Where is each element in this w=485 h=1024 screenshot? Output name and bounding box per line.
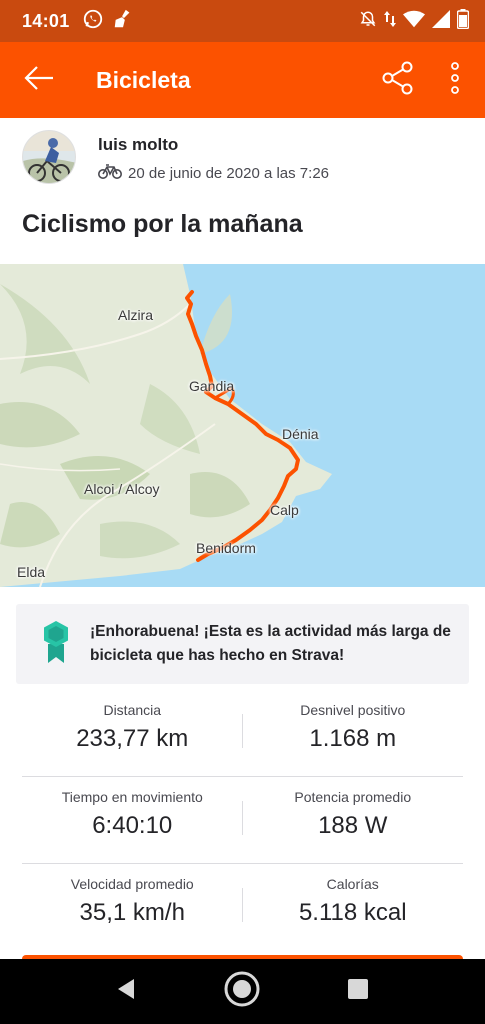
stat-value: 233,77 km: [76, 725, 189, 752]
signal-icon: [432, 9, 450, 33]
wifi-icon: [403, 10, 425, 33]
achievement-banner[interactable]: ¡Enhorabuena! ¡Esta es la actividad más …: [16, 604, 469, 684]
stat-label: Desnivel positivo: [300, 702, 406, 718]
mute-icon: [359, 10, 377, 33]
share-icon: [382, 61, 414, 100]
stats-row: Tiempo en movimiento 6:40:10 Potencia pr…: [22, 777, 463, 864]
stat-moving-time: Tiempo en movimiento 6:40:10: [22, 777, 243, 863]
achievement-badge-icon: [43, 620, 69, 669]
back-button[interactable]: [0, 42, 78, 118]
bike-icon: [98, 163, 122, 183]
whatsapp-icon: [82, 8, 104, 35]
stat-label: Tiempo en movimiento: [61, 789, 203, 805]
nav-recents-button[interactable]: [340, 973, 376, 1009]
stat-elevation-gain: Desnivel positivo 1.168 m: [243, 690, 464, 776]
battery-icon: [456, 8, 470, 34]
map-label-gandia: Gandia: [189, 378, 235, 394]
nav-back-icon: [116, 978, 136, 1005]
stat-value: 6:40:10: [92, 812, 173, 839]
nav-home-icon: [223, 970, 261, 1013]
status-time: 14:01: [22, 10, 70, 31]
stats-grid: Distancia 233,77 km Desnivel positivo 1.…: [22, 690, 463, 951]
page-title: Bicicleta: [96, 66, 191, 93]
map-label-elda: Elda: [17, 564, 46, 580]
stat-label: Velocidad promedio: [70, 876, 194, 892]
more-options-button[interactable]: [440, 60, 470, 100]
cleaner-icon: [112, 8, 134, 35]
data-arrows-icon: [384, 10, 396, 33]
map-label-alcoi: Alcoi / Alcoy: [84, 481, 160, 497]
athlete-header: luis molto 20 de junio de 2020 a las 7:2…: [0, 118, 485, 200]
app-bar: Bicicleta: [0, 42, 485, 118]
nav-recents-icon: [348, 978, 368, 1004]
stat-avg-power: Potencia promedio 188 W: [243, 777, 464, 863]
nav-back-button[interactable]: [108, 973, 144, 1009]
back-arrow-icon: [24, 65, 54, 96]
activity-map[interactable]: Alzira Gandia Dénia Alcoi / Alcoy Calp B…: [0, 264, 485, 587]
nav-home-button[interactable]: [224, 971, 260, 1009]
status-bar: 14:01: [0, 0, 485, 42]
stat-label: Calorías: [326, 876, 379, 892]
system-nav-bar: [0, 959, 485, 1024]
stat-label: Distancia: [103, 702, 162, 718]
stat-value: 1.168 m: [309, 725, 397, 752]
map-label-calp: Calp: [270, 502, 299, 518]
stat-value: 35,1 km/h: [79, 899, 185, 926]
activity-meta: 20 de junio de 2020 a las 7:26: [98, 163, 329, 183]
athlete-name[interactable]: luis molto: [98, 135, 178, 155]
stats-row: Velocidad promedio 35,1 km/h Calorías 5.…: [22, 864, 463, 951]
stat-value: 188 W: [318, 812, 388, 839]
more-vert-icon: [450, 61, 460, 99]
map-label-denia: Dénia: [282, 426, 319, 442]
achievement-text: ¡Enhorabuena! ¡Esta es la actividad más …: [90, 623, 451, 664]
stats-row: Distancia 233,77 km Desnivel positivo 1.…: [22, 690, 463, 777]
stat-distance: Distancia 233,77 km: [22, 690, 243, 776]
stat-value: 5.118 kcal: [298, 899, 407, 926]
map-label-benidorm: Benidorm: [196, 540, 256, 556]
avatar[interactable]: [22, 130, 76, 184]
activity-date: 20 de junio de 2020 a las 7:26: [128, 164, 329, 182]
activity-title: Ciclismo por la mañana: [22, 210, 303, 238]
stat-avg-speed: Velocidad promedio 35,1 km/h: [22, 864, 243, 951]
stat-calories: Calorías 5.118 kcal: [243, 864, 464, 951]
map-label-alzira: Alzira: [118, 307, 154, 323]
stat-label: Potencia promedio: [294, 789, 412, 805]
share-button[interactable]: [378, 60, 418, 100]
map-canvas: [0, 264, 485, 587]
